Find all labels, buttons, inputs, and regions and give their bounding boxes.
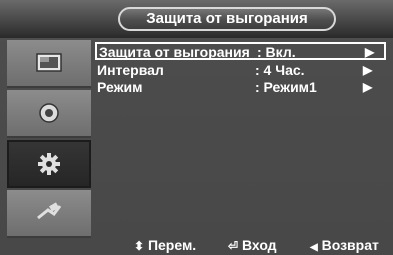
sidebar-item-setup[interactable] [7, 140, 91, 188]
menu-sidebar [7, 40, 91, 247]
input-plug-icon [37, 202, 62, 220]
arrow-right-icon: ▶ [365, 45, 375, 59]
enter-icon: ⏎ [228, 239, 239, 253]
picture-icon [36, 53, 62, 72]
row-burn-protection[interactable]: Защита от выгорания : Вкл. ▶ [95, 42, 386, 60]
move-hint: ⬍ Перем. [134, 235, 196, 255]
osd-screen: Защита от выгорания Защита от выгорания … [0, 0, 393, 255]
row-label: Защита от выгорания [99, 44, 250, 60]
sidebar-item-input[interactable] [7, 190, 91, 238]
footer-hints: ⬍ Перем. ⏎ Вход ◀ Возврат [96, 235, 393, 255]
row-interval[interactable]: Интервал : 4 Час. ▶ [95, 62, 386, 80]
row-label: Режим [97, 79, 143, 95]
enter-hint: ⏎ Вход [228, 235, 277, 255]
arrow-right-icon: ▶ [363, 80, 373, 94]
settings-list: Защита от выгорания : Вкл. ▶ Интервал : … [93, 40, 386, 240]
return-hint: ◀ Возврат [310, 235, 379, 255]
row-label: Интервал [97, 62, 164, 78]
move-icon: ⬍ [134, 239, 145, 253]
setup-gear-icon [38, 153, 60, 175]
return-icon: ◀ [310, 242, 318, 253]
move-label: Перем. [147, 237, 197, 253]
row-value: : Режим1 [255, 79, 317, 95]
sidebar-item-picture[interactable] [7, 40, 91, 88]
sound-icon [39, 103, 59, 123]
sidebar-item-sound[interactable] [7, 90, 91, 138]
menu-title: Защита от выгорания [118, 7, 336, 31]
return-label: Возврат [321, 237, 379, 253]
row-value: : 4 Час. [255, 62, 305, 78]
title-bar: Защита от выгорания [0, 0, 393, 38]
row-mode[interactable]: Режим : Режим1 ▶ [95, 79, 386, 97]
row-value: : Вкл. [257, 44, 296, 60]
arrow-right-icon: ▶ [363, 63, 373, 77]
enter-label: Вход [241, 237, 277, 253]
